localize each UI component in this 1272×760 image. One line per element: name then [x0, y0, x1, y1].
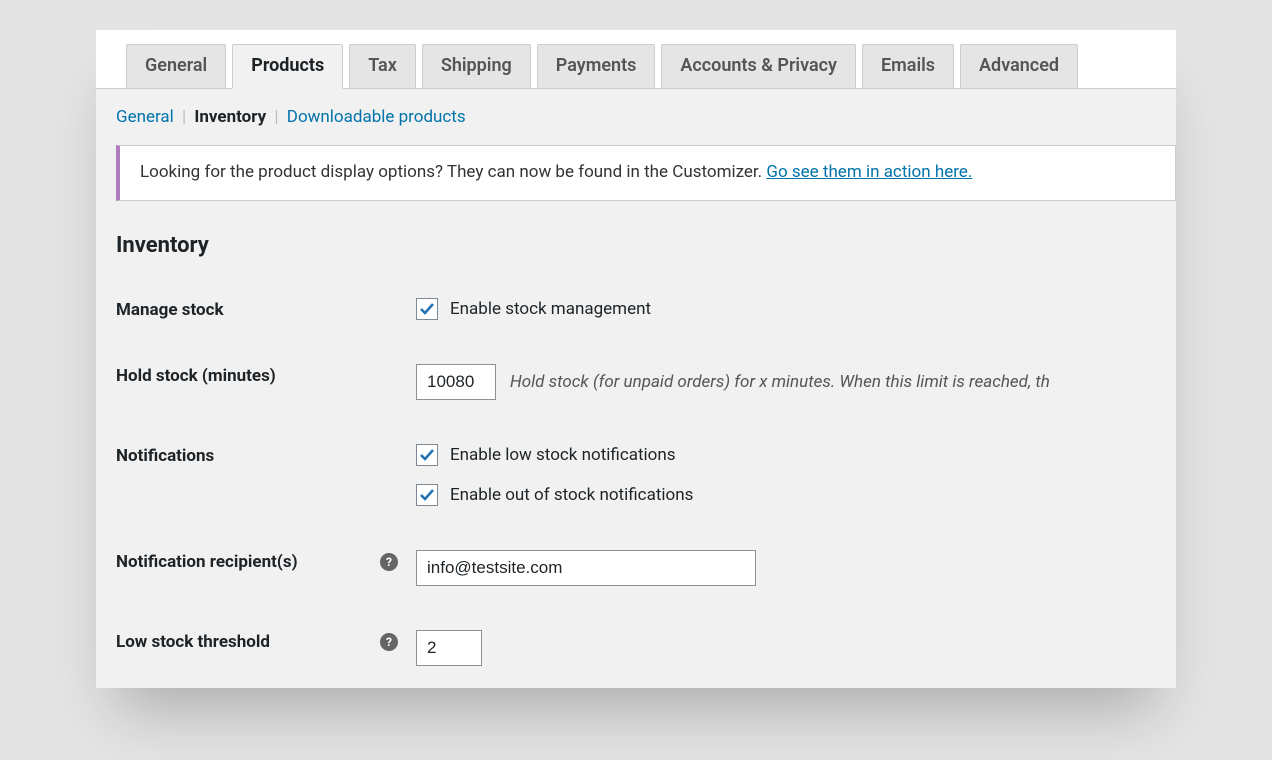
- label-hold-stock: Hold stock (minutes): [116, 364, 416, 386]
- checkbox-row-out-stock: Enable out of stock notifications: [416, 484, 1156, 506]
- checkbox-row-manage-stock: Enable stock management: [416, 298, 1156, 320]
- section-heading: Inventory: [96, 225, 1176, 276]
- checkbox-low-stock[interactable]: [416, 444, 438, 466]
- settings-tabs: General Products Tax Shipping Payments A…: [96, 30, 1176, 89]
- tab-tax[interactable]: Tax: [349, 44, 416, 88]
- tab-products[interactable]: Products: [232, 44, 343, 89]
- products-subnav: General | Inventory | Downloadable produ…: [96, 89, 1176, 145]
- checkbox-label-manage-stock: Enable stock management: [450, 299, 651, 319]
- row-manage-stock: Manage stock Enable stock management: [96, 276, 1176, 342]
- checkbox-label-low-stock: Enable low stock notifications: [450, 445, 676, 465]
- customizer-notice: Looking for the product display options?…: [116, 145, 1176, 201]
- label-manage-stock: Manage stock: [116, 298, 416, 320]
- check-icon: [419, 487, 435, 503]
- help-icon[interactable]: ?: [380, 553, 398, 571]
- notice-text: Looking for the product display options?…: [140, 162, 766, 182]
- tab-shipping[interactable]: Shipping: [422, 44, 531, 88]
- tab-accounts-privacy[interactable]: Accounts & Privacy: [661, 44, 856, 88]
- tab-general[interactable]: General: [126, 44, 226, 88]
- subnav-downloadable[interactable]: Downloadable products: [287, 107, 466, 127]
- check-icon: [419, 447, 435, 463]
- label-low-threshold: Low stock threshold: [116, 632, 270, 652]
- tab-payments[interactable]: Payments: [537, 44, 656, 88]
- checkbox-row-low-stock: Enable low stock notifications: [416, 444, 1156, 466]
- tab-advanced[interactable]: Advanced: [960, 44, 1078, 88]
- label-notifications: Notifications: [116, 444, 416, 466]
- subnav-general[interactable]: General: [116, 107, 174, 127]
- checkbox-out-stock[interactable]: [416, 484, 438, 506]
- check-icon: [419, 301, 435, 317]
- input-recipients[interactable]: [416, 550, 756, 586]
- checkbox-label-out-stock: Enable out of stock notifications: [450, 485, 693, 505]
- input-hold-stock[interactable]: [416, 364, 496, 400]
- row-recipients: Notification recipient(s) ?: [96, 528, 1176, 608]
- notice-link[interactable]: Go see them in action here.: [766, 162, 972, 182]
- row-hold-stock: Hold stock (minutes) Hold stock (for unp…: [96, 342, 1176, 422]
- separator: |: [270, 107, 282, 127]
- description-hold-stock: Hold stock (for unpaid orders) for x min…: [510, 372, 1050, 392]
- settings-panel: General Products Tax Shipping Payments A…: [96, 30, 1176, 688]
- row-low-threshold: Low stock threshold ?: [96, 608, 1176, 688]
- checkbox-manage-stock[interactable]: [416, 298, 438, 320]
- tab-emails[interactable]: Emails: [862, 44, 954, 88]
- input-low-threshold[interactable]: [416, 630, 482, 666]
- subnav-inventory[interactable]: Inventory: [194, 107, 266, 127]
- row-notifications: Notifications Enable low stock notificat…: [96, 422, 1176, 528]
- label-recipients: Notification recipient(s): [116, 552, 298, 572]
- help-icon[interactable]: ?: [380, 633, 398, 651]
- separator: |: [178, 107, 190, 127]
